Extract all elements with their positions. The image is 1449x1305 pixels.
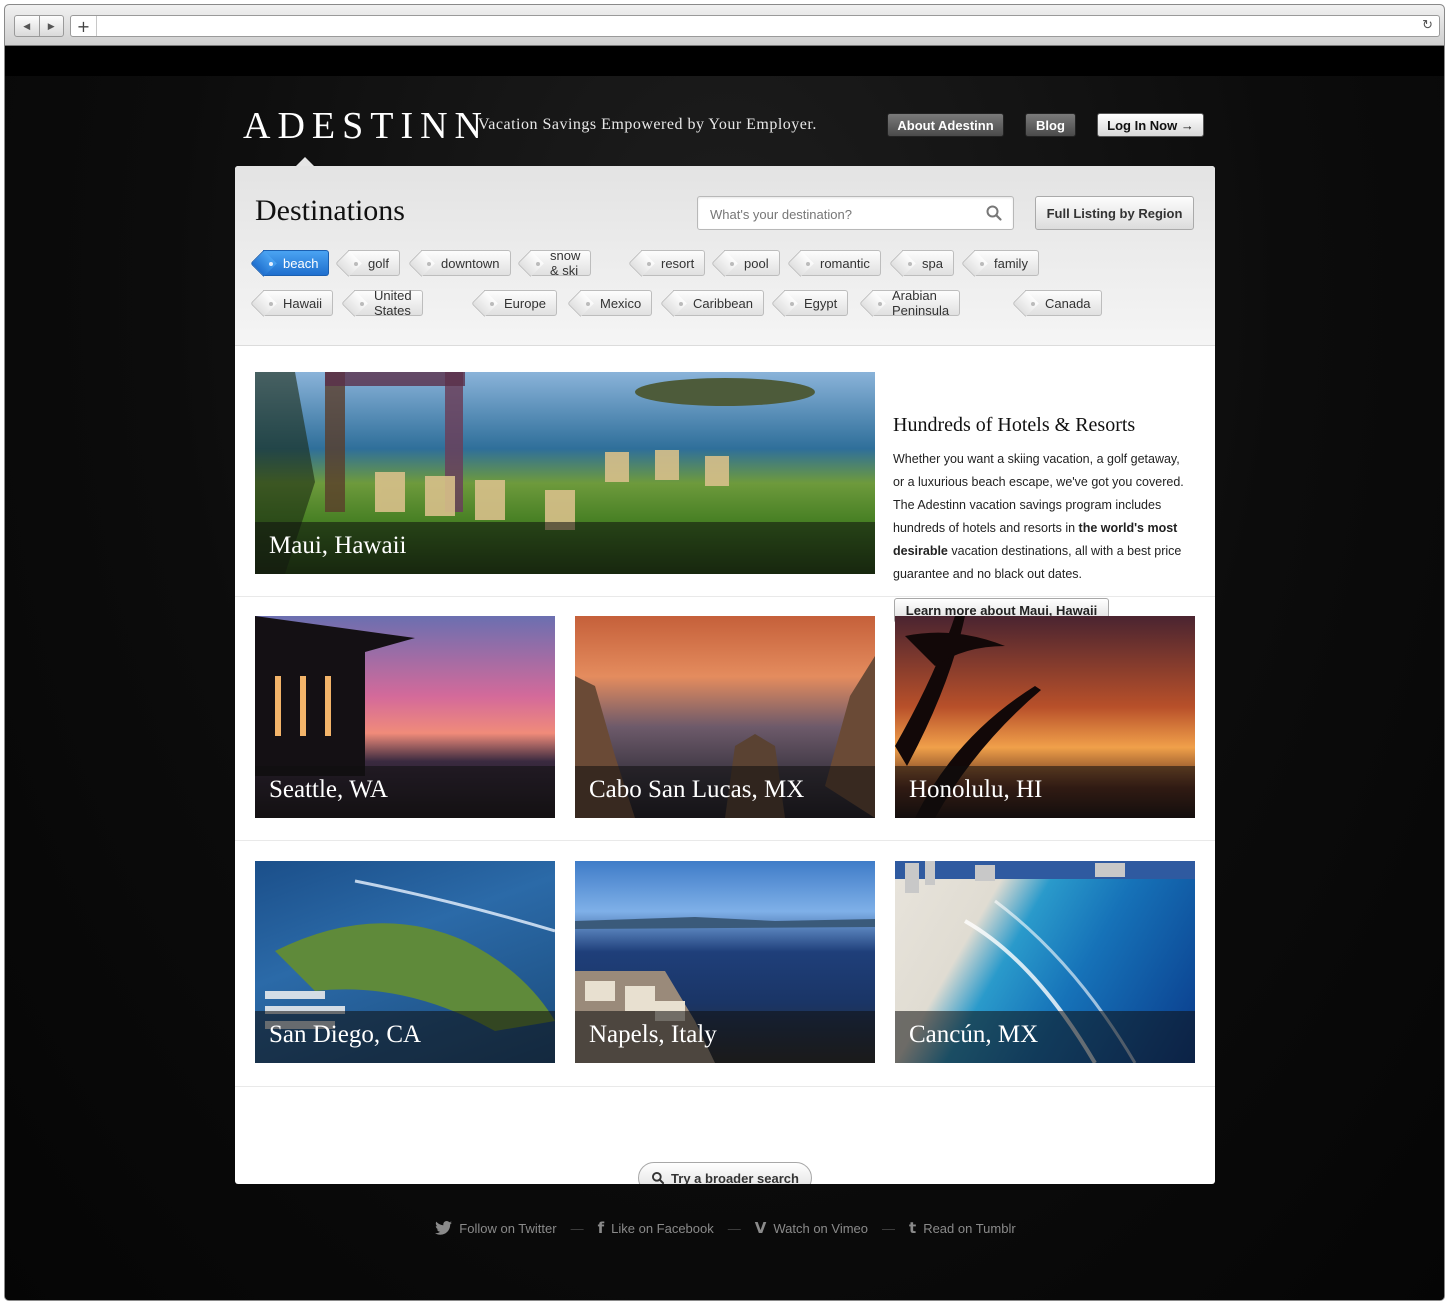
destinations-panel: Destinations Full Listing by Region beac… bbox=[235, 166, 1215, 1184]
tag-united-states[interactable]: United States bbox=[354, 288, 423, 318]
full-listing-button[interactable]: Full Listing by Region bbox=[1035, 196, 1194, 230]
browser-window: ◀ ▶ + ↻ ADESTINN Vacation Savings Empowe… bbox=[4, 4, 1445, 1301]
featured-description: Whether you want a skiing vacation, a go… bbox=[893, 452, 1184, 581]
tag-pool[interactable]: pool bbox=[724, 250, 780, 276]
photo-honolulu[interactable]: Honolulu, HI bbox=[895, 616, 1195, 818]
tag-caribbean[interactable]: Caribbean bbox=[673, 290, 764, 316]
tag-spa[interactable]: spa bbox=[902, 250, 954, 276]
tag-resort[interactable]: resort bbox=[641, 250, 706, 276]
history-buttons: ◀ ▶ bbox=[14, 15, 64, 37]
featured-heading: Hundreds of Hotels & Resorts bbox=[893, 414, 1136, 436]
divider bbox=[235, 596, 1215, 597]
tag-beach[interactable]: beach bbox=[263, 250, 330, 276]
broader-search-label: Try a broader search bbox=[671, 1170, 799, 1185]
tag-golf[interactable]: golf bbox=[348, 250, 400, 276]
page: ADESTINN Vacation Savings Empowered by Y… bbox=[5, 46, 1444, 1300]
tag-hawaii[interactable]: Hawaii bbox=[263, 290, 334, 316]
caption-san-diego: San Diego, CA bbox=[269, 1021, 422, 1048]
caption-cancun: Cancún, MX bbox=[909, 1021, 1039, 1048]
tag-snow-ski[interactable]: snow & ski bbox=[530, 248, 592, 278]
page-title: Destinations bbox=[255, 194, 405, 227]
footer-vimeo-link[interactable]: V Watch on Vimeo bbox=[755, 1219, 868, 1237]
footer-facebook-link[interactable]: f Like on Facebook bbox=[598, 1219, 714, 1237]
forward-button[interactable]: ▶ bbox=[40, 16, 64, 36]
search-box[interactable] bbox=[697, 196, 1014, 230]
search-icon bbox=[652, 1172, 665, 1184]
vimeo-icon: V bbox=[754, 1219, 767, 1237]
tagline: Vacation Savings Empowered by Your Emplo… bbox=[478, 116, 817, 133]
photo-naples[interactable]: Napels, Italy bbox=[575, 861, 875, 1063]
caption-naples: Napels, Italy bbox=[589, 1021, 717, 1048]
photo-seattle[interactable]: Seattle, WA bbox=[255, 616, 555, 818]
about-button[interactable]: About Adestinn bbox=[887, 113, 1004, 137]
reload-icon[interactable]: ↻ bbox=[1422, 18, 1433, 33]
tag-arabian-peninsula[interactable]: Arabian Peninsula bbox=[872, 288, 961, 318]
footer-twitter-link[interactable]: Follow on Twitter bbox=[435, 1221, 557, 1236]
blog-button[interactable]: Blog bbox=[1025, 113, 1076, 137]
photo-cabo[interactable]: Cabo San Lucas, MX bbox=[575, 616, 875, 818]
new-tab-icon[interactable]: + bbox=[71, 16, 97, 36]
browser-toolbar: ◀ ▶ + ↻ bbox=[5, 5, 1444, 46]
photo-cancun[interactable]: Cancún, MX bbox=[895, 861, 1195, 1063]
caption-cabo: Cabo San Lucas, MX bbox=[589, 776, 805, 803]
tag-romantic[interactable]: romantic bbox=[800, 250, 881, 276]
search-input[interactable] bbox=[710, 205, 970, 223]
logo[interactable]: ADESTINN bbox=[243, 104, 489, 148]
tag-europe[interactable]: Europe bbox=[484, 290, 557, 316]
address-bar[interactable]: + ↻ bbox=[70, 15, 1440, 37]
tag-downtown[interactable]: downtown bbox=[421, 250, 511, 276]
caption-seattle: Seattle, WA bbox=[269, 776, 388, 803]
caption-honolulu: Honolulu, HI bbox=[909, 776, 1043, 803]
login-button[interactable]: Log In Now → bbox=[1097, 113, 1204, 137]
tag-family[interactable]: family bbox=[974, 250, 1039, 276]
tag-mexico[interactable]: Mexico bbox=[580, 290, 653, 316]
twitter-icon bbox=[435, 1221, 453, 1235]
photo-san-diego[interactable]: San Diego, CA bbox=[255, 861, 555, 1063]
broader-search-button[interactable]: Try a broader search bbox=[638, 1162, 812, 1184]
filter-area: Destinations Full Listing by Region beac… bbox=[235, 166, 1215, 346]
social-footer: Follow on Twitter — f Like on Facebook —… bbox=[5, 1216, 1444, 1240]
tumblr-icon: t bbox=[909, 1219, 917, 1237]
divider bbox=[235, 1086, 1215, 1087]
search-icon[interactable] bbox=[985, 204, 1003, 222]
divider bbox=[235, 840, 1215, 841]
featured-photo-maui[interactable]: Maui, Hawaii bbox=[255, 372, 875, 574]
facebook-icon: f bbox=[597, 1219, 605, 1237]
back-button[interactable]: ◀ bbox=[15, 16, 40, 36]
tag-canada[interactable]: Canada bbox=[1025, 290, 1102, 316]
footer-tumblr-link[interactable]: t Read on Tumblr bbox=[909, 1219, 1016, 1237]
tag-egypt[interactable]: Egypt bbox=[784, 290, 849, 316]
featured-caption: Maui, Hawaii bbox=[269, 532, 407, 559]
